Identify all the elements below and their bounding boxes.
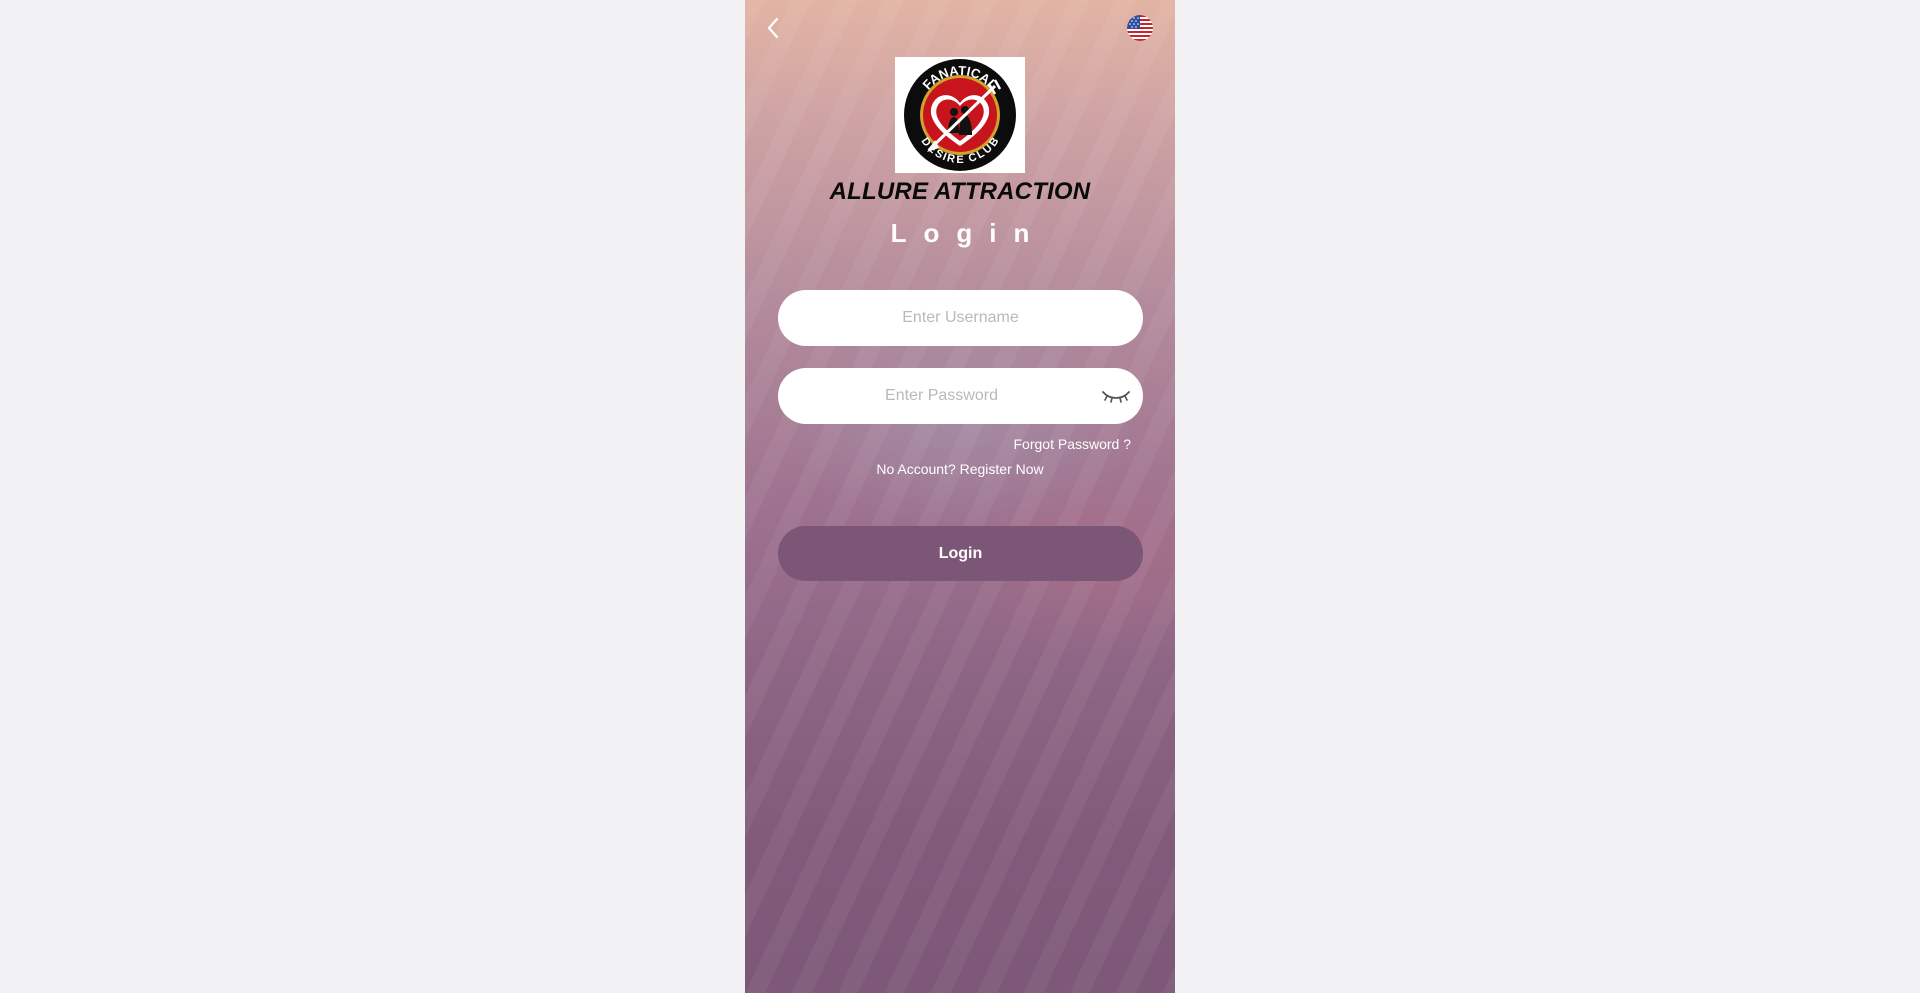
password-visibility-toggle[interactable] <box>1101 385 1131 407</box>
username-input[interactable] <box>778 290 1143 346</box>
username-field <box>778 290 1143 346</box>
language-selector[interactable] <box>1127 15 1153 41</box>
chevron-left-icon <box>767 17 779 39</box>
page-title: Login <box>890 218 1047 248</box>
brand-name: ALLURE ATTRACTION <box>829 178 1091 205</box>
forgot-password-link[interactable]: Forgot Password ? <box>1014 436 1132 452</box>
password-field <box>778 368 1143 424</box>
login-screen: FANATICAL DESIRE CLUB ALLURE ATTRACTION … <box>745 0 1175 993</box>
heart-arrow-logo-icon: FANATICAL DESIRE CLUB <box>904 59 1016 171</box>
club-logo: FANATICAL DESIRE CLUB <box>895 57 1025 173</box>
password-input[interactable] <box>778 368 1143 424</box>
us-flag-icon <box>1127 15 1153 41</box>
back-button[interactable] <box>759 14 787 42</box>
login-button[interactable]: Login <box>778 526 1143 581</box>
register-link[interactable]: No Account? Register Now <box>745 461 1175 477</box>
eye-closed-icon <box>1102 391 1130 403</box>
